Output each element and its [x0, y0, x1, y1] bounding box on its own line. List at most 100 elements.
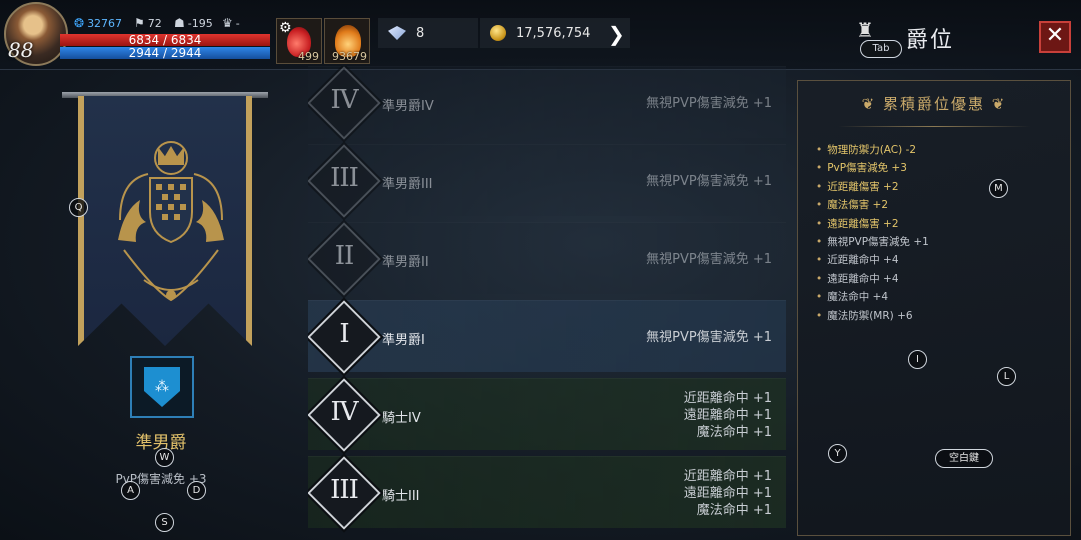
rank-bonus-list: 無視PVP傷害減免 +1 — [646, 145, 772, 217]
crest-emblem-icon — [118, 141, 224, 302]
rank-row[interactable]: IV 騎士IV 近距離命中 +1 遠距離命中 +1 魔法命中 +1 — [308, 375, 786, 455]
laurel-right-icon: ❦ — [985, 95, 1007, 113]
rank-bonus-line: 無視PVP傷害減免 +1 — [646, 251, 772, 267]
rank-label: 騎士IV — [382, 411, 421, 426]
rank-row-current[interactable]: I 準男爵I 無視PVP傷害減免 +1 — [308, 297, 786, 377]
key-hint-m: M — [989, 179, 1008, 198]
cumulative-item: 遠距離傷害 +2 — [816, 215, 929, 233]
rank-banner — [78, 96, 252, 346]
key-hint-y: Y — [828, 444, 847, 463]
close-button[interactable]: ✕ — [1039, 21, 1071, 53]
rank-bonus-line: 近距離命中 +1 — [683, 390, 772, 406]
quick-slot-potion[interactable]: ⚙ 499 — [276, 18, 322, 64]
stat-c: ☗ -195 — [174, 16, 213, 30]
gold-amount: 17,576,754 — [516, 25, 591, 41]
diamond-currency[interactable]: 8 — [378, 18, 478, 48]
cumulative-bonus-panel: ❦ 累積爵位優惠 ❦ 物理防禦力(AC) -2 PvP傷害減免 +3 近距離傷害… — [797, 80, 1071, 536]
hp-text: 6834 / 6834 — [128, 33, 202, 47]
key-hint-space: 空白鍵 — [935, 449, 993, 468]
rank-bonus-list: 無視PVP傷害減免 +1 — [646, 301, 772, 373]
stat-d: ♛ - — [222, 16, 240, 30]
helmet-icon: ☗ — [174, 16, 185, 30]
cumulative-item: 魔法傷害 +2 — [816, 196, 929, 214]
power-icon: ❂ — [74, 16, 85, 30]
rank-bonus-line: 無視PVP傷害減免 +1 — [646, 95, 772, 111]
cumulative-divider — [838, 126, 1030, 127]
rank-list[interactable]: IV 準男爵IV 無視PVP傷害減免 +1 III 準男爵III 無視PVP傷害… — [308, 66, 786, 540]
current-rank-bonus: PvP傷害減免 +3 — [115, 472, 207, 486]
stat-d-value: - — [235, 16, 240, 30]
rank-bonus-line: 遠距離命中 +1 — [683, 485, 772, 501]
cumulative-item: 物理防禦力(AC) -2 — [816, 141, 929, 159]
tab-key-hint: Tab — [860, 40, 902, 58]
cumulative-title-text: 累積爵位優惠 — [882, 95, 985, 113]
rank-label: 準男爵II — [382, 255, 429, 270]
cumulative-item: 遠距離命中 +4 — [816, 270, 929, 288]
top-bar: 88 ❂ 32767 ⚑ 72 ☗ -195 ♛ - 6834 / 6834 2… — [0, 0, 1081, 70]
rank-numeral: IV — [330, 397, 358, 427]
key-hint-q: Q — [69, 198, 88, 217]
cumulative-item: 魔法命中 +4 — [816, 288, 929, 306]
rank-bonus-line: 遠距離命中 +1 — [683, 407, 772, 423]
rank-numeral: IV — [330, 85, 358, 115]
gear-icon[interactable]: ⚙ — [279, 20, 292, 36]
rank-bonus-line: 魔法命中 +1 — [696, 502, 772, 518]
power-value: 32767 — [87, 16, 123, 30]
player-level: 88 — [8, 38, 34, 62]
power-stat: ❂ 32767 — [74, 16, 122, 30]
cumulative-item: 近距離命中 +4 — [816, 251, 929, 269]
trophy-icon: ♛ — [222, 16, 233, 30]
rank-bonus-list: 無視PVP傷害減免 +1 — [646, 223, 772, 295]
page-title: 爵位 — [906, 28, 955, 53]
rank-row[interactable]: III 準男爵III 無視PVP傷害減免 +1 — [308, 141, 786, 221]
currency-expand-arrow-icon[interactable]: ❯ — [608, 22, 625, 46]
rank-bonus-list: 近距離命中 +1 遠距離命中 +1 魔法命中 +1 — [684, 457, 772, 529]
key-hint-l: L — [997, 367, 1016, 386]
current-rank-panel: ⁂ 準男爵 PvP傷害減免 +3 — [50, 78, 280, 538]
gold-coin-icon — [490, 25, 506, 41]
stat-c-value: -195 — [187, 16, 213, 30]
mp-text: 2944 / 2944 — [128, 46, 202, 60]
rank-label: 騎士III — [382, 489, 420, 504]
rank-row[interactable]: II 準男爵II 無視PVP傷害減免 +1 — [308, 219, 786, 299]
scroll-count: 93679 — [332, 50, 367, 63]
cumulative-item: 近距離傷害 +2 — [816, 178, 929, 196]
key-hint-d: D — [187, 481, 206, 500]
cumulative-item: PvP傷害減免 +3 — [816, 159, 929, 177]
rank-label: 準男爵IV — [382, 99, 434, 114]
diamond-icon — [388, 26, 406, 40]
rank-label: 準男爵I — [382, 333, 425, 348]
rank-bonus-line: 無視PVP傷害減免 +1 — [646, 173, 772, 189]
rank-row[interactable]: IV 準男爵IV 無視PVP傷害減免 +1 — [308, 66, 786, 143]
rank-bonus-line: 近距離命中 +1 — [683, 468, 772, 484]
cumulative-bonus-list: 物理防禦力(AC) -2 PvP傷害減免 +3 近距離傷害 +2 魔法傷害 +2… — [816, 141, 929, 325]
hp-bar: 6834 / 6834 — [60, 34, 270, 46]
rank-numeral: II — [334, 241, 355, 271]
key-hint-s: S — [155, 513, 174, 532]
rank-emblem: ⁂ — [130, 356, 194, 418]
rank-label: 準男爵III — [382, 177, 433, 192]
rank-numeral: III — [330, 475, 359, 505]
rank-bonus-list: 近距離命中 +1 遠距離命中 +1 魔法命中 +1 — [684, 379, 772, 451]
quick-slot-scroll[interactable]: 93679 — [324, 18, 370, 64]
rank-row[interactable]: III 騎士III 近距離命中 +1 遠距離命中 +1 魔法命中 +1 — [308, 453, 786, 533]
cumulative-item: 無視PVP傷害減免 +1 — [816, 233, 929, 251]
rank-title-icon: ♜ — [856, 18, 874, 42]
laurel-left-icon: ❦ — [861, 95, 883, 113]
key-hint-i: I — [908, 350, 927, 369]
rank-bonus-line: 無視PVP傷害減免 +1 — [646, 329, 772, 345]
cumulative-bonus-title: ❦ 累積爵位優惠 ❦ — [798, 93, 1070, 114]
rank-bonus-line: 魔法命中 +1 — [696, 424, 772, 440]
flag-icon: ⚑ — [134, 16, 145, 30]
cumulative-item: 魔法防禦(MR) +6 — [816, 307, 929, 325]
diamond-amount: 8 — [416, 25, 425, 41]
potion-count: 499 — [298, 50, 319, 63]
key-hint-w: W — [155, 448, 174, 467]
shield-icon: ⁂ — [144, 367, 180, 407]
rank-bonus-list: 無視PVP傷害減免 +1 — [646, 67, 772, 139]
rank-numeral: III — [330, 163, 359, 193]
stat-b-value: 72 — [147, 16, 162, 30]
rank-numeral: I — [339, 319, 349, 349]
mp-bar: 2944 / 2944 — [60, 47, 270, 59]
stat-b: ⚑ 72 — [134, 16, 162, 30]
